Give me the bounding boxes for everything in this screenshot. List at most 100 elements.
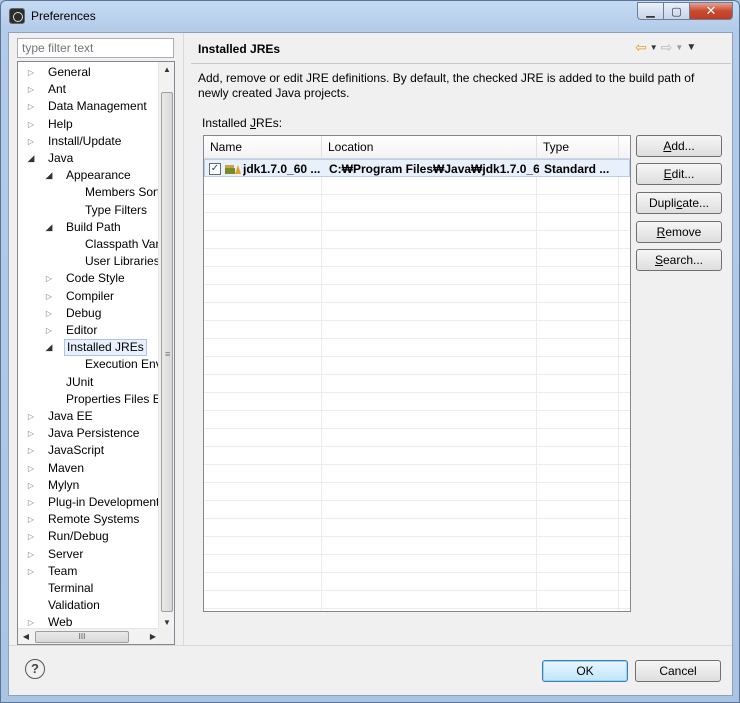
tree-item-label: Mylyn [48, 477, 80, 492]
collapsed-triangle-icon[interactable]: ▷ [26, 425, 36, 442]
cell-type: Standard ... [544, 162, 610, 176]
tree-item-label: Debug [66, 305, 102, 320]
collapsed-triangle-icon[interactable]: ▷ [26, 408, 36, 425]
ok-button[interactable]: OK [542, 660, 628, 682]
empty-table-row [204, 231, 630, 249]
expanded-triangle-icon[interactable]: ◢ [26, 150, 36, 167]
duplicate-label-post: ate... [682, 196, 710, 210]
minimize-button[interactable]: ▁ [637, 2, 663, 20]
filter-input[interactable] [17, 38, 174, 58]
history-navigation: ⇦ ▼ ⇨ ▼ ▼ [635, 39, 696, 56]
collapsed-triangle-icon[interactable]: ▷ [44, 270, 54, 287]
empty-table-row [204, 177, 630, 195]
expanded-triangle-icon[interactable]: ◢ [44, 167, 54, 184]
column-header-name[interactable]: Name [204, 136, 322, 159]
collapsed-triangle-icon[interactable]: ▷ [26, 64, 36, 81]
collapsed-triangle-icon[interactable]: ▷ [44, 322, 54, 339]
collapsed-triangle-icon[interactable]: ▷ [26, 442, 36, 459]
back-arrow-icon[interactable]: ⇦ [635, 39, 647, 56]
tree-horizontal-scrollbar[interactable]: ◀ III ▶ [18, 628, 161, 644]
add-button[interactable]: Add... [636, 135, 722, 157]
scroll-up-arrow-icon[interactable]: ▲ [159, 62, 174, 78]
collapsed-triangle-icon[interactable]: ▷ [44, 305, 54, 322]
tree-item-label: Execution Envirc [85, 357, 161, 372]
expanded-triangle-icon[interactable]: ◢ [44, 219, 54, 236]
scroll-corner [158, 628, 174, 644]
empty-table-row [204, 591, 630, 609]
tree-item-label: User Libraries [85, 254, 160, 269]
grip-icon: ≡ [165, 349, 171, 359]
tree-item-label: Properties Files Edit [66, 391, 161, 406]
collapsed-triangle-icon[interactable]: ▷ [26, 494, 36, 511]
scroll-thumb[interactable]: ≡ [161, 92, 173, 612]
collapsed-triangle-icon[interactable]: ▷ [26, 116, 36, 133]
forward-dropdown-icon[interactable]: ▼ [675, 43, 683, 52]
help-icon[interactable]: ? [25, 659, 45, 679]
collapsed-triangle-icon[interactable]: ▷ [26, 546, 36, 563]
column-header-type[interactable]: Type [537, 136, 619, 159]
empty-table-row [204, 393, 630, 411]
expanded-triangle-icon[interactable]: ◢ [44, 339, 54, 356]
column-header-location[interactable]: Location [322, 136, 537, 159]
forward-arrow-icon[interactable]: ⇨ [661, 39, 673, 56]
tree-item-label: JavaScript [48, 443, 105, 458]
edit-button[interactable]: Edit... [636, 163, 722, 185]
collapsed-triangle-icon[interactable]: ▷ [26, 98, 36, 115]
preference-tree[interactable]: ▷ General ▷ Ant ▷ Data Management ▷ Help ▷ Instal… [17, 61, 175, 645]
tree-item-label: Appearance [66, 168, 131, 183]
cancel-button[interactable]: Cancel [635, 660, 721, 682]
tree-item-label: Classpath Variab [85, 237, 161, 251]
window-title: Preferences [31, 9, 96, 23]
tree-item-label: Build Path [66, 219, 121, 234]
cell-location: C:₩Program Files₩Java₩jdk1.7.0_60 [329, 162, 539, 176]
add-label-post: dd... [671, 139, 695, 153]
title-bar[interactable]: Preferences ▁ ▢ ✕ [1, 1, 739, 31]
collapsed-triangle-icon[interactable]: ▷ [26, 460, 36, 477]
bottom-separator [9, 645, 732, 646]
jre-label-post: REs: [256, 116, 283, 130]
maximize-button[interactable]: ▢ [663, 2, 689, 20]
preferences-window: Preferences ▁ ▢ ✕ ▷ General ▷ Ant ▷ Data Mana… [0, 0, 740, 703]
eclipse-app-icon [9, 8, 25, 24]
jre-table[interactable]: Name Location Type ✓ jdk1.7.0_60 ... C:₩Pr… [203, 135, 631, 612]
collapsed-triangle-icon[interactable]: ▷ [26, 528, 36, 545]
tree-item-label: Installed JREs [64, 339, 147, 357]
remove-button[interactable]: Remove [636, 221, 722, 243]
tree-item-label: Members Sort C [85, 185, 161, 200]
tree-item-label: Terminal [48, 581, 94, 595]
close-button[interactable]: ✕ [689, 2, 733, 20]
collapsed-triangle-icon[interactable]: ▷ [26, 563, 36, 580]
hscroll-thumb[interactable]: III [35, 631, 129, 643]
table-row[interactable]: ✓ jdk1.7.0_60 ... C:₩Program Files₩Java₩jd… [204, 159, 630, 177]
collapsed-triangle-icon[interactable]: ▷ [26, 511, 36, 528]
tree-item-label: Editor [66, 323, 98, 337]
empty-table-row [204, 213, 630, 231]
view-menu-icon[interactable]: ▼ [686, 42, 696, 53]
dialog-client-area: ▷ General ▷ Ant ▷ Data Management ▷ Help ▷ Instal… [8, 32, 733, 696]
edit-label-key: E [663, 167, 672, 181]
close-icon: ✕ [705, 3, 717, 18]
scroll-left-arrow-icon[interactable]: ◀ [18, 629, 34, 644]
empty-table-row [204, 447, 630, 465]
tree-items: ▷ General ▷ Ant ▷ Data Management ▷ Help ▷ Instal… [18, 62, 161, 631]
tree-vertical-scrollbar[interactable]: ▲ ≡ ▼ [158, 62, 174, 631]
back-dropdown-icon[interactable]: ▼ [650, 43, 658, 52]
empty-table-row [204, 375, 630, 393]
empty-table-row [204, 411, 630, 429]
search-button[interactable]: Search... [636, 249, 722, 271]
title-separator [191, 63, 731, 64]
minimize-icon: ▁ [646, 5, 655, 18]
pane-sash[interactable] [183, 33, 184, 645]
jre-library-icon [225, 165, 241, 174]
duplicate-button[interactable]: Duplicate... [636, 192, 722, 214]
remove-label-post: emove [665, 225, 702, 239]
collapsed-triangle-icon[interactable]: ▷ [44, 288, 54, 305]
collapsed-triangle-icon[interactable]: ▷ [26, 477, 36, 494]
table-header: Name Location Type [204, 136, 630, 159]
tree-item-label: Maven [48, 460, 85, 475]
collapsed-triangle-icon[interactable]: ▷ [26, 81, 36, 98]
collapsed-triangle-icon[interactable]: ▷ [26, 133, 36, 150]
hscroll-grip: III [78, 632, 86, 641]
row-checkbox[interactable]: ✓ [209, 163, 221, 175]
tree-item-label: Plug-in Development [48, 495, 160, 509]
